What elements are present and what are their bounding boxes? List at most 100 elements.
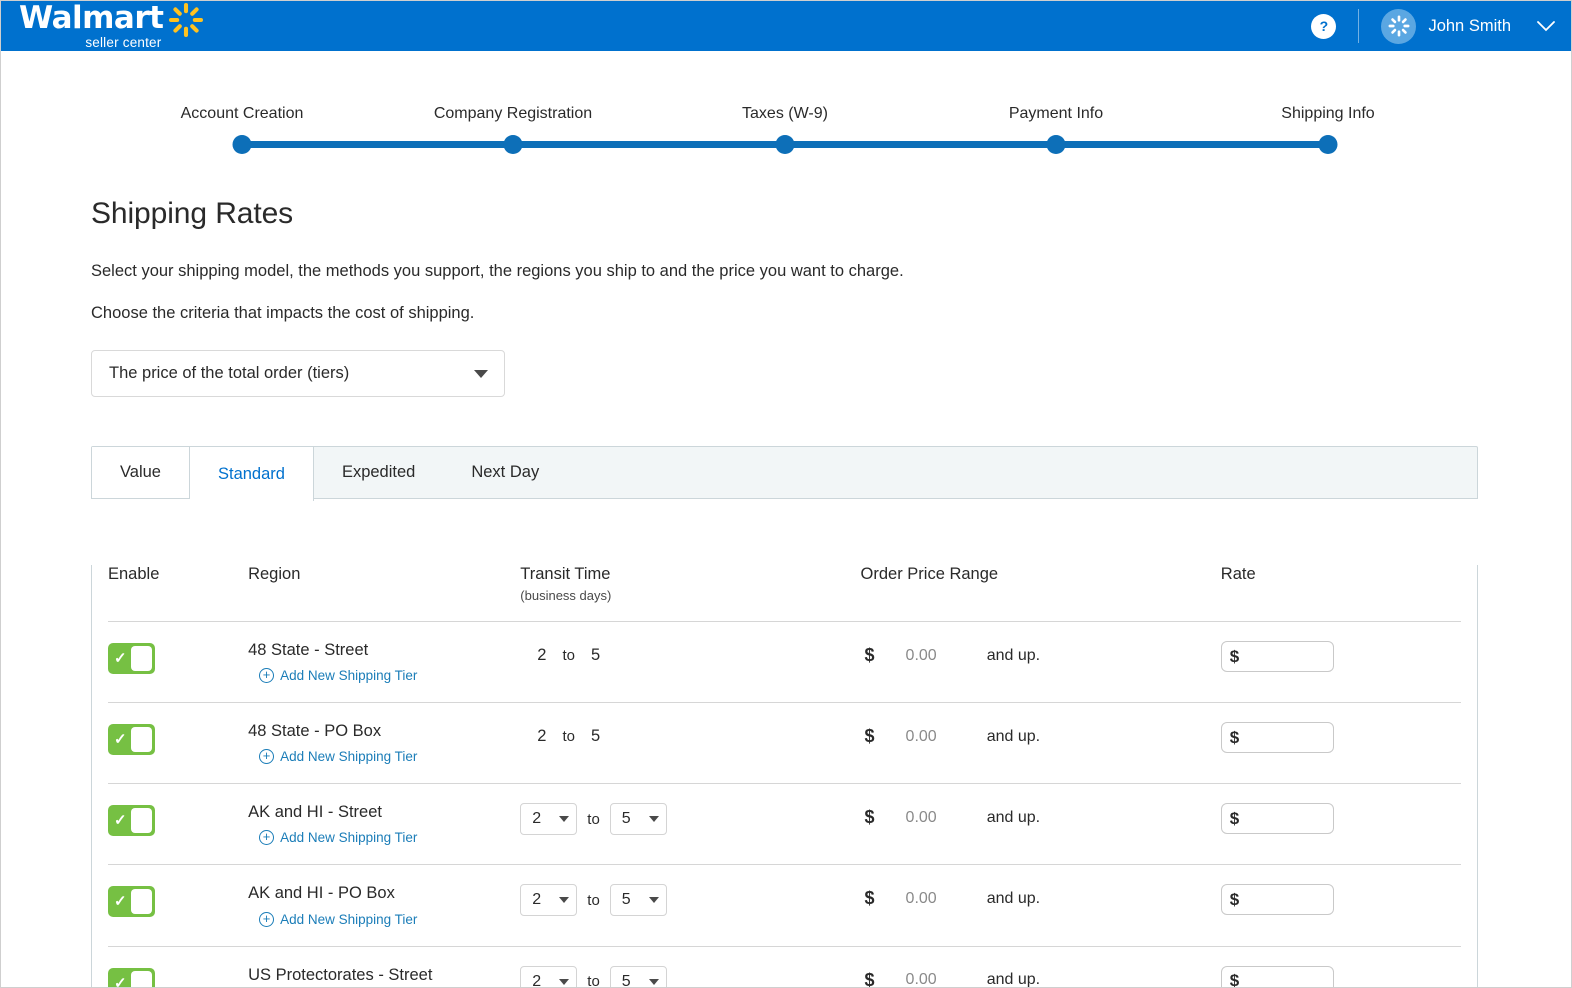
tab-expedited[interactable]: Expedited xyxy=(314,447,443,498)
add-tier-label: Add New Shipping Tier xyxy=(280,830,417,845)
transit-to-value: 5 xyxy=(591,727,600,746)
criteria-prompt: Choose the criteria that impacts the cos… xyxy=(91,304,1571,323)
transit-to-select[interactable]: 5 xyxy=(610,966,667,988)
transit-from-select[interactable]: 2 xyxy=(520,803,577,835)
transit-to-value: 5 xyxy=(622,810,631,828)
cell-region: AK and HI - Street + Add New Shipping Ti… xyxy=(248,784,520,865)
step-dot-payment-info[interactable] xyxy=(1047,135,1066,154)
chevron-down-glyph xyxy=(1537,21,1555,32)
check-icon: ✓ xyxy=(114,894,127,909)
rate-input[interactable]: $ xyxy=(1221,884,1334,915)
cell-rate: $ xyxy=(1221,865,1461,946)
cell-order-price-range: $ 0.00 and up. xyxy=(861,703,1221,784)
enable-toggle[interactable]: ✓ xyxy=(108,886,155,917)
rate-input[interactable]: $ xyxy=(1221,641,1334,672)
dollar-icon: $ xyxy=(1230,890,1239,910)
cell-enable: ✓ xyxy=(108,784,248,865)
price-from-value[interactable]: 0.00 xyxy=(906,728,937,746)
add-new-shipping-tier-link[interactable]: + Add New Shipping Tier xyxy=(259,749,520,764)
top-header: Walmart seller center ? xyxy=(1,1,1571,51)
add-new-shipping-tier-link[interactable]: + Add New Shipping Tier xyxy=(259,668,520,683)
transit-to-word: to xyxy=(562,647,575,664)
col-header-rate: Rate xyxy=(1221,565,1461,622)
add-new-shipping-tier-link[interactable]: + Add New Shipping Tier xyxy=(259,912,520,927)
add-new-shipping-tier-link[interactable]: + Add New Shipping Tier xyxy=(259,830,520,845)
enable-toggle[interactable]: ✓ xyxy=(108,968,155,988)
plus-circle-icon: + xyxy=(259,668,274,683)
chevron-down-icon xyxy=(649,979,659,985)
transit-from-select[interactable]: 2 xyxy=(520,884,577,916)
tab-value[interactable]: Value xyxy=(92,447,190,498)
dollar-icon: $ xyxy=(865,807,875,828)
transit-to-select[interactable]: 5 xyxy=(610,803,667,835)
rate-input-field[interactable] xyxy=(1243,972,1327,988)
cell-order-price-range: $ 0.00 and up. xyxy=(861,946,1221,988)
cell-enable: ✓ xyxy=(108,703,248,784)
dollar-icon: $ xyxy=(1230,647,1239,667)
price-from-value[interactable]: 0.00 xyxy=(906,809,937,827)
avatar[interactable] xyxy=(1381,9,1416,44)
transit-to-value: 5 xyxy=(622,891,631,909)
cell-order-price-range: $ 0.00 and up. xyxy=(861,622,1221,703)
and-up-label: and up. xyxy=(987,728,1040,746)
walmart-seller-center-logo[interactable]: Walmart seller center xyxy=(19,1,203,51)
step-dot-company-registration[interactable] xyxy=(504,135,523,154)
and-up-label: and up. xyxy=(987,647,1040,665)
toggle-knob xyxy=(131,971,152,988)
price-from-value[interactable]: 0.00 xyxy=(906,971,937,988)
rate-input[interactable]: $ xyxy=(1221,803,1334,834)
rate-input[interactable]: $ xyxy=(1221,966,1334,988)
transit-to-word: to xyxy=(587,973,600,988)
dollar-icon: $ xyxy=(865,970,875,988)
cell-transit-time: 2 to 5 xyxy=(520,865,860,946)
step-dot-account-creation[interactable] xyxy=(233,135,252,154)
step-label-company-registration: Company Registration xyxy=(434,105,592,123)
transit-header-sub: (business days) xyxy=(520,588,860,603)
rate-input[interactable]: $ xyxy=(1221,722,1334,753)
header-divider xyxy=(1358,9,1359,43)
table-row: ✓ US Protectorates - Street + Add New Sh… xyxy=(108,946,1461,988)
region-label: US Protectorates - Street xyxy=(248,966,520,984)
price-range-group: $ 0.00 and up. xyxy=(861,970,1221,988)
help-icon[interactable]: ? xyxy=(1311,14,1336,39)
region-label: AK and HI - Street xyxy=(248,803,520,821)
tab-next-day[interactable]: Next Day xyxy=(443,447,567,498)
table-head: Enable Region Transit Time (business day… xyxy=(108,565,1461,622)
plus-circle-icon: + xyxy=(259,912,274,927)
page-description: Select your shipping model, the methods … xyxy=(91,262,1571,281)
tab-standard[interactable]: Standard xyxy=(190,447,314,501)
check-icon: ✓ xyxy=(114,813,127,828)
step-dot-taxes[interactable] xyxy=(776,135,795,154)
step-dot-shipping-info[interactable] xyxy=(1319,135,1338,154)
transit-from-value: 2 xyxy=(532,973,541,988)
transit-to-select[interactable]: 5 xyxy=(610,884,667,916)
transit-from-select[interactable]: 2 xyxy=(520,966,577,988)
enable-toggle[interactable]: ✓ xyxy=(108,643,155,674)
chevron-down-icon xyxy=(559,897,569,903)
rate-input-field[interactable] xyxy=(1243,647,1327,666)
rate-input-field[interactable] xyxy=(1243,890,1327,909)
price-range-group: $ 0.00 and up. xyxy=(861,888,1221,909)
transit-time-selects: 2 to 5 xyxy=(520,966,860,988)
enable-toggle[interactable]: ✓ xyxy=(108,805,155,836)
shipping-criteria-select[interactable]: The price of the total order (tiers) xyxy=(91,350,505,397)
price-from-value[interactable]: 0.00 xyxy=(906,890,937,908)
enable-toggle[interactable]: ✓ xyxy=(108,724,155,755)
check-icon: ✓ xyxy=(114,651,127,666)
toggle-knob xyxy=(131,646,152,671)
price-range-group: $ 0.00 and up. xyxy=(861,645,1221,666)
main-content: Shipping Rates Select your shipping mode… xyxy=(1,197,1571,988)
and-up-label: and up. xyxy=(987,890,1040,908)
rate-input-field[interactable] xyxy=(1243,809,1327,828)
check-icon: ✓ xyxy=(114,732,127,747)
dollar-icon: $ xyxy=(865,888,875,909)
header-right-cluster: ? John Smith xyxy=(1311,9,1555,44)
user-name-label[interactable]: John Smith xyxy=(1428,17,1511,36)
shipping-method-tabs: Value Standard Expedited Next Day Enable… xyxy=(91,446,1478,988)
price-from-value[interactable]: 0.00 xyxy=(906,647,937,665)
rate-input-field[interactable] xyxy=(1243,728,1327,747)
chevron-down-icon[interactable] xyxy=(1537,18,1555,35)
cell-rate: $ xyxy=(1221,703,1461,784)
step-label-payment-info: Payment Info xyxy=(1009,105,1103,123)
cell-region: US Protectorates - Street + Add New Ship… xyxy=(248,946,520,988)
